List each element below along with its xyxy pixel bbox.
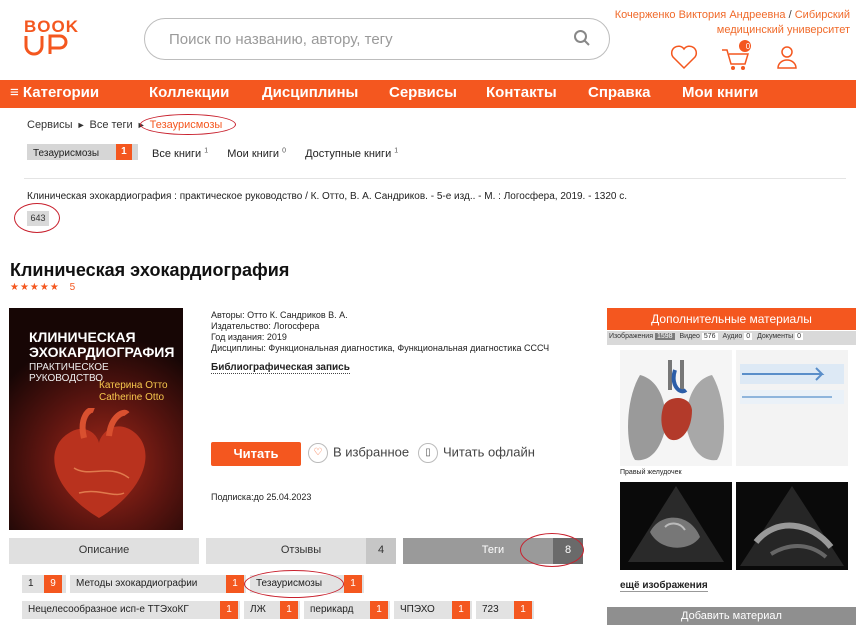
bibliographic-record-link[interactable]: Библиографическая запись	[211, 362, 350, 374]
phone-icon: ▯	[418, 443, 438, 463]
book-year: Год издания: 2019	[211, 332, 287, 342]
tag-item[interactable]: перикард 1	[304, 601, 390, 619]
tag-count: 1	[370, 601, 388, 619]
heart-icon[interactable]	[670, 45, 698, 70]
tag-count: 1	[452, 601, 470, 619]
current-tag-count: 1	[115, 144, 132, 160]
tag-item[interactable]: 19	[22, 575, 66, 593]
materials-tab-audio[interactable]: Аудио 0	[723, 333, 756, 340]
nav-collections[interactable]: Коллекции	[149, 84, 229, 101]
cover-title-2: ЭХОКАРДИОГРАФИЯ	[29, 344, 175, 360]
tag-count: 1	[226, 575, 244, 593]
search-input[interactable]: Поиск по названию, автору, тегу	[169, 31, 393, 48]
highlight-ring-tags	[520, 533, 584, 567]
extra-materials-header: Дополнительные материалы	[607, 308, 856, 330]
materials-tab-video[interactable]: Видео 576	[679, 333, 720, 340]
tag-count: 1	[280, 601, 298, 619]
echo-image	[628, 486, 724, 562]
cart-count-badge: 0	[745, 42, 751, 51]
tag-item[interactable]: ЛЖ 1	[244, 601, 300, 619]
lungs-illustration	[628, 360, 724, 461]
nav-disciplines[interactable]: Дисциплины	[262, 84, 358, 101]
highlight-ring-tag	[244, 570, 344, 598]
book-cover[interactable]: КЛИНИЧЕСКАЯ ЭХОКАРДИОГРАФИЯ ПРАКТИЧЕСКОЕ …	[9, 308, 183, 530]
tag-item[interactable]: 723 1	[476, 601, 534, 619]
more-images-link[interactable]: ещё изображения	[620, 580, 708, 592]
tab-reviews[interactable]: Отзывы 4	[206, 538, 396, 564]
tag-count: 1	[344, 575, 362, 593]
materials-tabs: Изображения 1598 Видео 576 Аудио 0 Докум…	[607, 331, 856, 345]
tag-count: 1	[220, 601, 238, 619]
offline-label: Читать офлайн	[443, 444, 535, 460]
breadcrumb-all-tags[interactable]: Все теги	[90, 119, 133, 131]
svg-text:BOOK: BOOK	[24, 17, 79, 36]
highlight-ring-breadcrumb	[140, 114, 236, 135]
book-disciplines: Дисциплины: Функциональная диагностика, …	[211, 343, 550, 353]
breadcrumb-services[interactable]: Сервисы	[27, 119, 73, 131]
add-material-button[interactable]: Добавить материал	[607, 607, 856, 625]
read-offline-button[interactable]: ▯ Читать офлайн	[418, 443, 535, 463]
heart-icon: ♡	[308, 443, 328, 463]
image-thumbnail[interactable]	[736, 350, 848, 466]
user-icon[interactable]	[777, 46, 797, 69]
read-button[interactable]: Читать	[211, 442, 301, 466]
tab-reviews-count: 4	[366, 538, 396, 564]
filter-available-books[interactable]: Доступные книги 1	[305, 147, 398, 160]
user-info: Кочерженко Виктория Андреевна / Сибирски…	[600, 8, 850, 38]
bibliographic-text: Клиническая эхокардиография : практическ…	[27, 191, 628, 202]
tab-tags-label: Теги	[481, 544, 505, 556]
tag-count: 1	[514, 601, 532, 619]
tag-item[interactable]: Методы эхокардиографии 1	[70, 575, 246, 593]
filter-my-books[interactable]: Мои книги 0	[227, 147, 286, 160]
diagram-illustration	[740, 364, 844, 404]
nav-categories[interactable]: ≡ Категории	[10, 84, 99, 101]
materials-tab-documents[interactable]: Документы 0	[757, 333, 806, 340]
cover-author-2: Catherine Otto	[99, 392, 165, 403]
book-authors: Авторы: Отто К. Сандриков В. А.	[211, 310, 348, 320]
nav-services[interactable]: Сервисы	[389, 84, 457, 101]
rating-value: 5	[69, 282, 77, 293]
favorite-button[interactable]: ♡ В избранное	[308, 443, 409, 463]
book-filters: Все книги 1 Мои книги 0 Доступные книги …	[152, 147, 414, 160]
highlight-ring-number	[14, 203, 60, 233]
nav-my-books[interactable]: Мои книги	[682, 84, 758, 101]
user-name-link[interactable]: Кочерженко Виктория Андреевна	[615, 9, 786, 21]
tab-reviews-label: Отзывы	[280, 544, 322, 556]
rating-stars: ★★★★★ 5	[10, 282, 76, 293]
image-thumbnail[interactable]	[620, 350, 732, 466]
tab-description-label: Описание	[78, 544, 130, 556]
nav-help[interactable]: Справка	[588, 84, 650, 101]
cover-author-1: Катерина Отто	[99, 380, 168, 391]
divider	[24, 178, 846, 179]
filter-all-books[interactable]: Все книги 1	[152, 147, 208, 160]
heart-illustration	[54, 408, 146, 518]
chevron-right-icon: ►	[76, 120, 86, 130]
tab-description[interactable]: Описание	[9, 538, 199, 564]
book-meta: Авторы: Отто К. Сандриков В. А. Издатель…	[211, 310, 571, 374]
book-publisher: Издательство: Логосфера	[211, 321, 320, 331]
materials-tab-images[interactable]: Изображения 1598	[609, 333, 678, 340]
search-box[interactable]: Поиск по названию, автору, тегу	[144, 18, 610, 60]
current-tag-label: Тезаурисмозы	[33, 148, 100, 159]
search-icon[interactable]	[573, 29, 591, 52]
favorite-label: В избранное	[333, 444, 410, 460]
star-icons: ★★★★★	[10, 282, 60, 293]
nav-contacts[interactable]: Контакты	[486, 84, 557, 101]
subscription-info: Подписка:до 25.04.2023	[211, 492, 312, 502]
user-separator: /	[788, 9, 792, 21]
image-caption: Правый желудочек	[620, 469, 682, 476]
tag-item[interactable]: Нецелесообразное исп-е ТТЭхоКГ 1	[22, 601, 240, 619]
bookup-logo[interactable]: BOOK	[24, 16, 84, 56]
tag-item[interactable]: ЧПЭХО 1	[394, 601, 472, 619]
main-nav: ≡ Категории Коллекции Дисциплины Сервисы…	[0, 80, 856, 108]
current-tag-chip[interactable]: Тезаурисмозы 1	[27, 144, 138, 160]
image-thumbnail[interactable]	[736, 482, 848, 570]
echo-image	[740, 486, 844, 566]
image-thumbnail[interactable]	[620, 482, 732, 570]
tag-count: 9	[44, 575, 62, 593]
header-icons	[670, 40, 850, 77]
book-title: Клиническая эхокардиография	[10, 260, 290, 280]
cover-title-1: КЛИНИЧЕСКАЯ	[29, 329, 136, 345]
